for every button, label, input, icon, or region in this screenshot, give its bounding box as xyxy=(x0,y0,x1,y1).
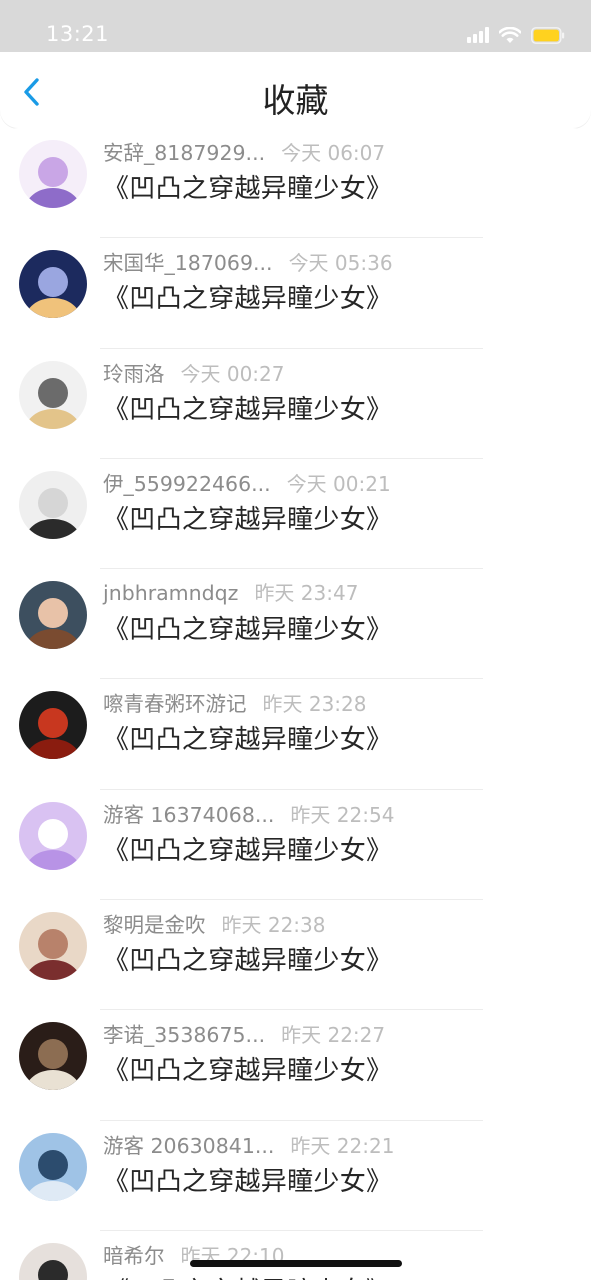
username: 玲雨洛 xyxy=(103,361,165,386)
list-item[interactable]: 游客 20630841... 昨天 22:21 《凹凸之穿越异瞳少女》 xyxy=(0,1121,591,1232)
avatar[interactable] xyxy=(19,801,87,870)
timestamp: 昨天 22:21 xyxy=(290,1133,395,1158)
list-item[interactable]: 李诺_3538675... 昨天 22:27 《凹凸之穿越异瞳少女》 xyxy=(0,1010,591,1121)
username: 安辞_8187929... xyxy=(103,141,266,165)
favorites-list: 安辞_8187929... 今天 06:07 《凹凸之穿越异瞳少女》 宋国华_1… xyxy=(0,128,591,1280)
username: 宋国华_187069... xyxy=(103,251,273,276)
avatar[interactable] xyxy=(19,360,87,429)
avatar[interactable] xyxy=(19,1022,87,1091)
list-item[interactable]: 嚓青春粥环游记 昨天 23:28 《凹凸之穿越异瞳少女》 xyxy=(0,679,591,791)
item-meta: 伊_559922466... 今天 00:21 xyxy=(103,467,391,496)
list-item[interactable]: 黎明是金吹 昨天 22:38 《凹凸之穿越异瞳少女》 xyxy=(0,900,591,1011)
avatar[interactable] xyxy=(19,250,87,319)
item-meta: 黎明是金吹 昨天 22:38 xyxy=(103,908,326,937)
username: 嚓青春粥环游记 xyxy=(103,692,247,717)
book-title: 《凹凸之穿越异瞳少女》 xyxy=(103,174,393,204)
list-item[interactable]: 伊_559922466... 今天 00:21 《凹凸之穿越异瞳少女》 xyxy=(0,459,591,570)
item-meta: jnbhramndqz 昨天 23:47 xyxy=(103,577,359,606)
book-title: 《凹凸之穿越异瞳少女》 xyxy=(103,1271,392,1280)
timestamp: 昨天 23:28 xyxy=(262,692,367,717)
username: 游客 20630841... xyxy=(103,1133,275,1158)
avatar[interactable] xyxy=(19,581,87,650)
timestamp: 昨天 23:47 xyxy=(254,581,359,606)
avatar[interactable] xyxy=(19,1242,87,1280)
timestamp: 今天 00:27 xyxy=(180,361,285,386)
timestamp: 今天 00:21 xyxy=(286,471,391,496)
book-title: 《凹凸之穿越异瞳少女》 xyxy=(103,615,393,646)
item-meta: 玲雨洛 今天 00:27 xyxy=(103,357,285,386)
nav-header: 收藏 xyxy=(0,52,591,128)
timestamp: 今天 06:07 xyxy=(281,141,386,165)
timestamp: 今天 05:36 xyxy=(288,251,393,276)
avatar[interactable] xyxy=(19,912,87,981)
avatar[interactable] xyxy=(19,1132,87,1201)
book-title: 《凹凸之穿越异瞳少女》 xyxy=(103,1166,393,1197)
status-time: 13:21 xyxy=(46,22,110,46)
book-title: 《凹凸之穿越异瞳少女》 xyxy=(103,284,393,315)
favorites-screen: 13:21 收藏 安辞_8187929... 今天 06:07 《凹凸之穿越异瞳… xyxy=(0,0,591,1280)
item-meta: 游客 20630841... 昨天 22:21 xyxy=(103,1129,394,1158)
avatar[interactable] xyxy=(19,470,87,539)
book-title: 《凹凸之穿越异瞳少女》 xyxy=(103,504,393,535)
signal-icon xyxy=(467,27,489,43)
timestamp: 昨天 22:38 xyxy=(221,913,326,938)
avatar[interactable] xyxy=(19,140,87,208)
list-item[interactable]: 安辞_8187929... 今天 06:07 《凹凸之穿越异瞳少女》 xyxy=(0,128,591,239)
list-item[interactable]: 玲雨洛 今天 00:27 《凹凸之穿越异瞳少女》 xyxy=(0,349,591,460)
username: 暗希尔 xyxy=(103,1243,165,1268)
book-title: 《凹凸之穿越异瞳少女》 xyxy=(103,725,393,756)
page-title: 收藏 xyxy=(262,81,329,120)
wifi-icon xyxy=(499,26,521,44)
status-bar: 13:21 xyxy=(0,0,591,52)
item-meta: 安辞_8187929... 今天 06:07 xyxy=(103,136,385,165)
list-item[interactable]: 游客 16374068... 昨天 22:54 《凹凸之穿越异瞳少女》 xyxy=(0,790,591,901)
username: jnbhramndqz xyxy=(103,581,239,606)
item-meta: 李诺_3538675... 昨天 22:27 xyxy=(103,1018,385,1047)
username: 伊_559922466... xyxy=(103,471,271,496)
item-meta: 宋国华_187069... 今天 05:36 xyxy=(103,246,393,275)
avatar[interactable] xyxy=(19,691,87,760)
book-title: 《凹凸之穿越异瞳少女》 xyxy=(103,394,393,425)
list-item[interactable]: jnbhramndqz 昨天 23:47 《凹凸之穿越异瞳少女》 xyxy=(0,569,591,680)
book-title: 《凹凸之穿越异瞳少女》 xyxy=(103,946,393,977)
username: 黎明是金吹 xyxy=(103,913,206,938)
list-item[interactable]: 暗希尔 昨天 22:10 《凹凸之穿越异瞳少女》 xyxy=(0,1231,591,1280)
username: 李诺_3538675... xyxy=(103,1023,266,1048)
timestamp: 昨天 22:54 xyxy=(290,802,395,827)
battery-icon xyxy=(531,26,565,44)
book-title: 《凹凸之穿越异瞳少女》 xyxy=(103,1056,393,1087)
item-meta: 嚓青春粥环游记 昨天 23:28 xyxy=(103,687,367,716)
status-icons xyxy=(467,25,565,45)
item-meta: 游客 16374068... 昨天 22:54 xyxy=(103,798,394,827)
book-title: 《凹凸之穿越异瞳少女》 xyxy=(103,835,393,866)
home-indicator[interactable] xyxy=(190,1260,402,1267)
username: 游客 16374068... xyxy=(103,802,275,827)
timestamp: 昨天 22:27 xyxy=(281,1023,386,1048)
list-item[interactable]: 宋国华_187069... 今天 05:36 《凹凸之穿越异瞳少女》 xyxy=(0,238,591,349)
